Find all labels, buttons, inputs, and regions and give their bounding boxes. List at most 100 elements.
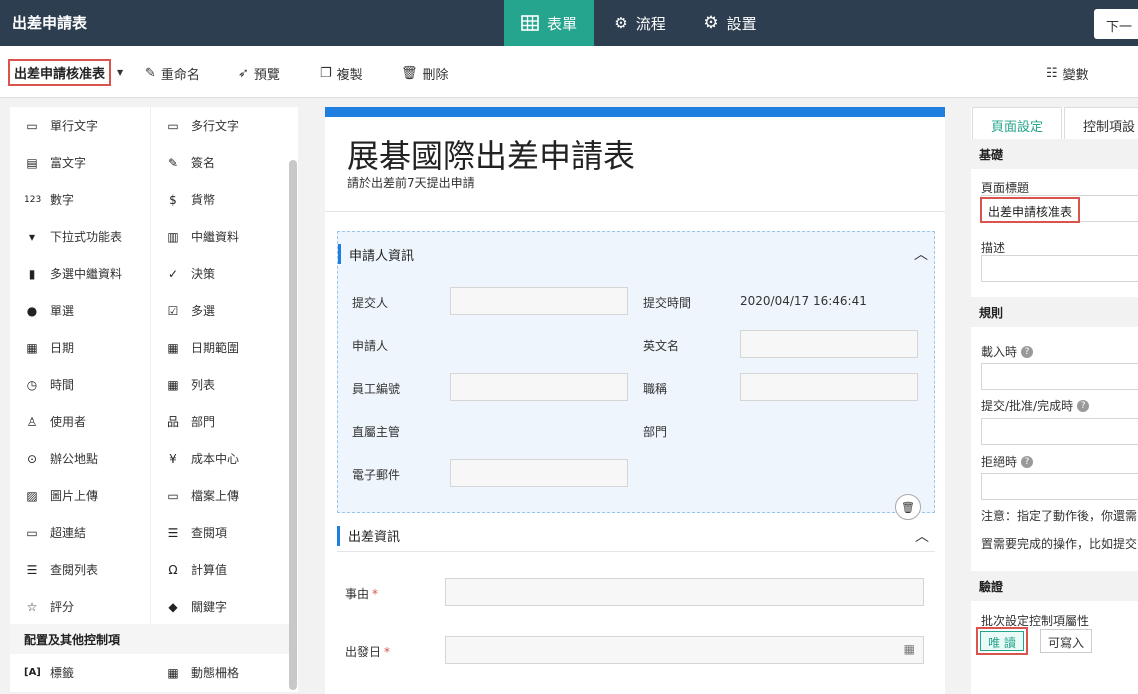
palette-item[interactable]: ● 單選 bbox=[10, 292, 74, 329]
variables-button[interactable]: ☷ 變數 bbox=[1046, 64, 1089, 83]
preview-button[interactable]: ➶ 預覽 bbox=[238, 64, 280, 83]
rocket-icon: ➶ bbox=[238, 66, 249, 81]
star-icon: ☆ bbox=[26, 599, 38, 614]
palette-item-text: 下拉式功能表 bbox=[50, 230, 123, 244]
english-name-input[interactable] bbox=[740, 330, 918, 358]
palette-item[interactable]: ◷ 時間 bbox=[10, 366, 74, 403]
copy-label: 複製 bbox=[336, 68, 363, 83]
email-input[interactable] bbox=[450, 459, 628, 487]
on-load-input[interactable] bbox=[981, 363, 1138, 390]
palette-item[interactable]: ✎ 簽名 bbox=[151, 144, 215, 181]
applicant-label: 申請人 bbox=[352, 339, 389, 353]
copy-button[interactable]: ❐ 複製 bbox=[320, 64, 363, 83]
page-title-value[interactable]: 出差申請核准表 bbox=[980, 197, 1080, 223]
on-submit-input[interactable] bbox=[981, 418, 1138, 445]
rename-button[interactable]: ✎ 重命名 bbox=[145, 64, 200, 83]
job-title-input[interactable] bbox=[740, 373, 918, 401]
writable-button[interactable]: 可寫入 bbox=[1040, 629, 1092, 653]
pencil-icon: ✎ bbox=[145, 66, 156, 81]
department-label: 部門 bbox=[643, 425, 668, 439]
palette-item[interactable]: ▭ 多行文字 bbox=[151, 107, 239, 144]
next-button[interactable]: 下一 bbox=[1094, 9, 1138, 39]
reason-input[interactable] bbox=[445, 578, 924, 606]
on-load-label: 載入時? bbox=[981, 343, 1034, 360]
tab-form[interactable]: 表單 bbox=[504, 0, 594, 46]
palette-item[interactable]: ¥ 成本中心 bbox=[151, 440, 239, 477]
palette-item[interactable]: ✓ 決策 bbox=[151, 255, 215, 292]
date-range-icon: ▦ bbox=[167, 340, 179, 355]
calendar-icon[interactable]: ▦ bbox=[904, 642, 915, 656]
toolbar: 出差申請核准表 ▼ ✎ 重命名 ➶ 預覽 ❐ 複製 🗑 刪除 ☷ 變數 bbox=[0, 46, 1138, 98]
palette-item[interactable]: 123 數字 bbox=[10, 181, 74, 218]
chevron-up-icon[interactable]: ︿ bbox=[915, 526, 929, 546]
palette-item[interactable]: $ 貨幣 bbox=[151, 181, 215, 218]
chevron-up-icon[interactable]: ︿ bbox=[914, 244, 928, 264]
palette-item-label[interactable]: [A] 標籤 bbox=[10, 654, 74, 691]
palette-item[interactable]: ▭ 檔案上傳 bbox=[151, 477, 239, 514]
palette-item[interactable]: ☆ 評分 bbox=[10, 588, 74, 625]
help-icon[interactable]: ? bbox=[1077, 399, 1090, 412]
lookup-list-icon: ☰ bbox=[26, 562, 38, 577]
palette-item[interactable]: ▭ 超連結 bbox=[10, 514, 86, 551]
cost-center-icon: ¥ bbox=[169, 451, 177, 466]
palette-item[interactable]: ◆ 關鍵字 bbox=[151, 588, 227, 625]
palette-item-text: 多選 bbox=[191, 304, 216, 318]
palette-item[interactable]: ☑ 多選 bbox=[151, 292, 215, 329]
palette-item-text: 中繼資料 bbox=[191, 230, 240, 244]
on-submit-label: 提交/批准/完成時? bbox=[981, 397, 1090, 414]
readonly-button[interactable]: 唯 讀 bbox=[980, 631, 1024, 651]
palette-item[interactable]: ♙ 使用者 bbox=[10, 403, 86, 440]
palette-item[interactable]: ▤ 富文字 bbox=[10, 144, 86, 181]
help-icon[interactable]: ? bbox=[1021, 455, 1034, 468]
tab-settings[interactable]: ⚙ 設置 bbox=[690, 0, 770, 46]
palette-item-text: 檔案上傳 bbox=[191, 489, 240, 503]
date-icon: ▦ bbox=[26, 340, 38, 355]
palette-item[interactable]: ▾ 下拉式功能表 bbox=[10, 218, 122, 255]
page-title-label: 頁面標題 bbox=[981, 181, 1030, 195]
palette-item[interactable]: ⊙ 辦公地點 bbox=[10, 440, 98, 477]
palette-item[interactable]: ▮ 多選中繼資料 bbox=[10, 255, 122, 292]
employee-id-input[interactable] bbox=[450, 373, 628, 401]
palette-item[interactable]: ▦ 列表 bbox=[151, 366, 215, 403]
palette-scrollbar[interactable] bbox=[289, 160, 297, 690]
dropdown-icon: ▾ bbox=[28, 229, 36, 244]
tab-control-settings[interactable]: 控制項設 bbox=[1064, 107, 1138, 141]
description-label: 描述 bbox=[981, 241, 1006, 255]
form-title[interactable]: 展碁國際出差申請表 bbox=[347, 131, 635, 177]
preview-label: 預覽 bbox=[253, 68, 280, 83]
tab-page-settings[interactable]: 頁面設定 bbox=[972, 107, 1062, 141]
palette-item[interactable]: ☰ 查閱列表 bbox=[10, 551, 98, 588]
on-reject-input[interactable] bbox=[981, 473, 1138, 500]
signature-icon: ✎ bbox=[167, 155, 179, 170]
palette-item[interactable]: ▥ 中繼資料 bbox=[151, 218, 239, 255]
palette-item[interactable]: Ω 計算值 bbox=[151, 551, 227, 588]
submitter-input[interactable] bbox=[450, 287, 628, 315]
palette-item[interactable]: ▭ 單行文字 bbox=[10, 107, 98, 144]
section-applicant-info[interactable]: 申請人資訊 ︿ 提交人 提交時間 2020/04/17 16:46:41 申請人… bbox=[337, 231, 935, 513]
departure-date-input[interactable]: ▦ bbox=[445, 636, 924, 664]
palette-item[interactable]: ☰ 查閱項 bbox=[151, 514, 227, 551]
palette-item[interactable]: ▦ 日期範圍 bbox=[151, 329, 239, 366]
palette-item-dynamic-grid[interactable]: ▦ 動態柵格 bbox=[151, 654, 239, 691]
section-trip-info-header[interactable]: 出差資訊 ︿ bbox=[337, 520, 935, 552]
chevron-down-icon[interactable]: ▼ bbox=[117, 68, 123, 77]
section-title: 申請人資訊 bbox=[349, 248, 415, 264]
section-header: 申請人資訊 bbox=[338, 232, 414, 276]
palette-item[interactable]: ▨ 圖片上傳 bbox=[10, 477, 98, 514]
departure-label: 出發日 * bbox=[345, 645, 391, 659]
copy-icon: ❐ bbox=[320, 66, 332, 81]
location-icon: ⊙ bbox=[26, 451, 38, 466]
palette-item[interactable]: ▦ 日期 bbox=[10, 329, 74, 366]
description-input[interactable] bbox=[981, 255, 1138, 282]
help-icon[interactable]: ? bbox=[1021, 345, 1034, 358]
email-label: 電子郵件 bbox=[352, 468, 401, 482]
form-name-selector[interactable]: 出差申請核准表 bbox=[8, 59, 112, 86]
palette-item[interactable]: 品部門 bbox=[151, 403, 215, 440]
canvas-accent-bar bbox=[325, 107, 945, 117]
readonly-button-frame: 唯 讀 bbox=[976, 627, 1028, 655]
multi-metadata-icon: ▮ bbox=[28, 266, 36, 281]
job-title-label: 職稱 bbox=[643, 382, 668, 396]
tab-flow[interactable]: ⚙ 流程 bbox=[600, 0, 680, 46]
delete-button[interactable]: 🗑 刪除 bbox=[401, 64, 449, 83]
delete-section-button[interactable]: 🗑 bbox=[895, 494, 921, 520]
